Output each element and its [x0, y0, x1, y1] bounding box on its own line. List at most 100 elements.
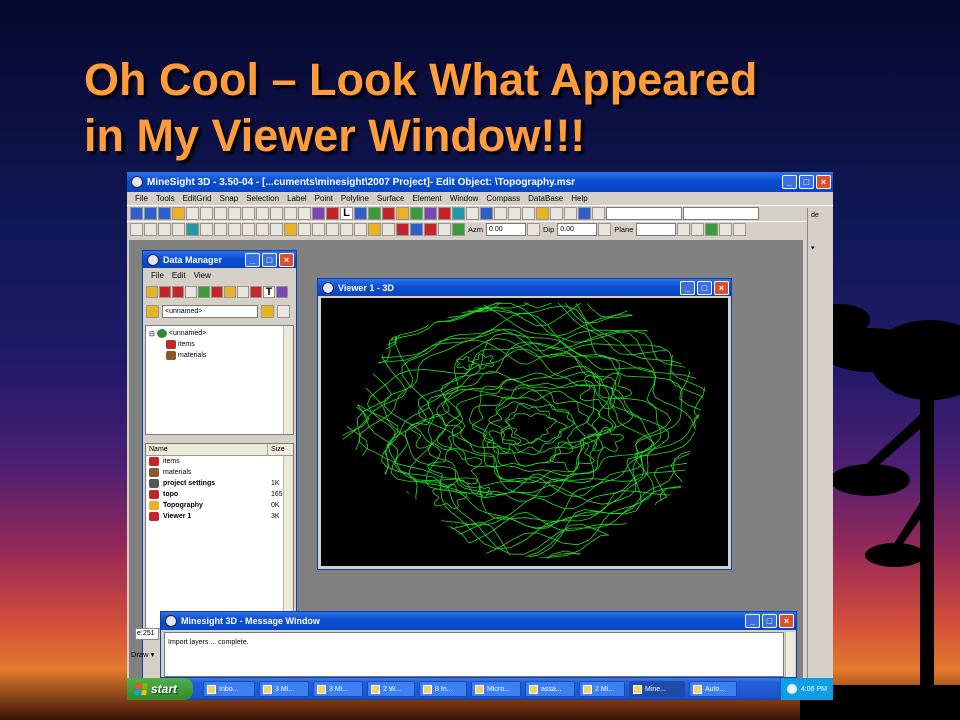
minimize-button[interactable]: _ — [782, 175, 797, 189]
close-button[interactable]: × — [714, 280, 729, 295]
tool-icon[interactable] — [396, 223, 409, 236]
tool-icon[interactable] — [382, 207, 395, 220]
minimize-button[interactable]: _ — [245, 252, 260, 267]
maximize-button[interactable]: □ — [799, 175, 814, 189]
zoom-out-icon[interactable] — [172, 223, 185, 236]
taskbar-button[interactable]: Auto... — [689, 681, 737, 697]
spin-icon[interactable] — [598, 223, 612, 236]
taskbar-button[interactable]: 2 W... — [367, 681, 415, 697]
tool-icon[interactable] — [438, 207, 451, 220]
menu-surface[interactable]: Surface — [373, 194, 409, 203]
tool-icon[interactable] — [256, 223, 269, 236]
text-tool-icon[interactable]: T — [263, 286, 275, 298]
tool-icon[interactable] — [494, 207, 507, 220]
tool-icon[interactable] — [326, 223, 339, 236]
open-folder-icon[interactable] — [261, 304, 274, 318]
list-item[interactable]: project settings 1K — [146, 478, 293, 489]
azm-input[interactable]: 0.00 — [486, 223, 526, 236]
taskbar-button[interactable]: Micro... — [471, 681, 521, 697]
tool-icon[interactable] — [158, 207, 171, 220]
size-column-header[interactable]: Size — [268, 444, 293, 455]
menu-label[interactable]: Label — [283, 194, 311, 203]
menu-help[interactable]: Help — [567, 194, 591, 203]
tool-icon[interactable] — [508, 207, 521, 220]
project-selector[interactable]: <unnamed> — [162, 304, 258, 318]
tool-icon[interactable] — [224, 286, 236, 298]
viewer-titlebar[interactable]: Viewer 1 - 3D _ □ × — [318, 279, 731, 296]
dm-menu-view[interactable]: View — [190, 271, 215, 280]
tool-icon[interactable] — [270, 223, 283, 236]
list-item[interactable]: topo 165 — [146, 489, 293, 500]
tool-icon[interactable] — [211, 286, 223, 298]
close-button[interactable]: × — [779, 614, 794, 628]
taskbar-button[interactable]: 8 In... — [419, 681, 467, 697]
tool-icon[interactable] — [298, 207, 311, 220]
help-icon[interactable] — [186, 207, 199, 220]
tool-icon[interactable] — [592, 207, 605, 220]
dm-menu-edit[interactable]: Edit — [168, 271, 190, 280]
dm-menu-file[interactable]: File — [147, 271, 168, 280]
taskbar-button[interactable]: assa... — [525, 681, 575, 697]
tool-icon[interactable] — [522, 207, 535, 220]
taskbar-button[interactable]: 2 Mi... — [579, 681, 625, 697]
message-window-titlebar[interactable]: Minesight 3D - Message Window _ □ × — [161, 612, 796, 630]
list-item[interactable]: Topography 0K — [146, 500, 293, 511]
minimize-button[interactable]: _ — [745, 614, 760, 628]
taskbar-button[interactable]: 3 Mi... — [259, 681, 309, 697]
start-button[interactable]: start — [127, 678, 193, 700]
tool-icon[interactable] — [354, 207, 367, 220]
taskbar-button[interactable]: 3 Mi... — [313, 681, 363, 697]
tool-icon[interactable] — [705, 223, 719, 236]
tool-icon[interactable] — [691, 223, 705, 236]
tool-icon[interactable] — [719, 223, 733, 236]
save-icon[interactable] — [277, 304, 290, 318]
tool-icon[interactable] — [214, 223, 227, 236]
tool-icon[interactable] — [564, 207, 577, 220]
maximize-button[interactable]: □ — [262, 252, 277, 267]
tool-icon[interactable] — [312, 223, 325, 236]
message-text-area[interactable]: Import layers ... complete. — [164, 632, 784, 677]
tool-icon[interactable] — [144, 207, 157, 220]
tool-icon[interactable] — [410, 223, 423, 236]
tool-icon[interactable] — [452, 223, 465, 236]
maximize-button[interactable]: □ — [697, 280, 712, 295]
tool-icon[interactable] — [368, 223, 381, 236]
collapse-icon[interactable]: ⊟ — [149, 330, 155, 338]
tool-icon[interactable] — [284, 207, 297, 220]
tool-icon[interactable] — [159, 286, 171, 298]
maximize-button[interactable]: □ — [762, 614, 777, 628]
tool-icon[interactable] — [578, 207, 591, 220]
tool-icon[interactable] — [340, 223, 353, 236]
tool-icon[interactable] — [228, 207, 241, 220]
tool-icon[interactable] — [410, 207, 423, 220]
tool-icon[interactable] — [480, 207, 493, 220]
tool-icon[interactable] — [237, 286, 249, 298]
zoom-icon[interactable] — [130, 223, 143, 236]
tool-icon[interactable] — [256, 207, 269, 220]
data-manager-titlebar[interactable]: Data Manager _ □ × — [143, 251, 296, 268]
menu-point[interactable]: Point — [311, 194, 337, 203]
taskbar-button[interactable]: Mine... — [629, 681, 685, 697]
zoom-in-icon[interactable] — [158, 223, 171, 236]
close-button[interactable]: × — [279, 252, 294, 267]
tool-icon[interactable] — [677, 223, 691, 236]
list-item[interactable]: Viewer 1 3K — [146, 511, 293, 522]
tool-icon[interactable] — [276, 286, 288, 298]
list-scrollbar[interactable] — [283, 456, 293, 628]
tool-icon[interactable] — [200, 223, 213, 236]
tool-icon[interactable] — [298, 223, 311, 236]
line-tool-icon[interactable]: L — [340, 207, 353, 220]
tool-icon[interactable] — [250, 286, 262, 298]
tool-icon[interactable] — [396, 207, 409, 220]
tool-icon[interactable] — [214, 207, 227, 220]
menu-snap[interactable]: Snap — [215, 194, 242, 203]
tree-root[interactable]: ⊟ <unnamed> — [149, 329, 206, 338]
tool-icon[interactable] — [284, 223, 297, 236]
plane-select[interactable] — [636, 223, 677, 236]
menu-selection[interactable]: Selection — [242, 194, 283, 203]
dip-input[interactable]: 0.00 — [557, 223, 598, 236]
toolbar-field[interactable] — [683, 207, 759, 220]
taskbar-button[interactable]: Inbo... — [203, 681, 255, 697]
list-item[interactable]: items — [146, 456, 293, 467]
menu-polyline[interactable]: Polyline — [337, 194, 373, 203]
